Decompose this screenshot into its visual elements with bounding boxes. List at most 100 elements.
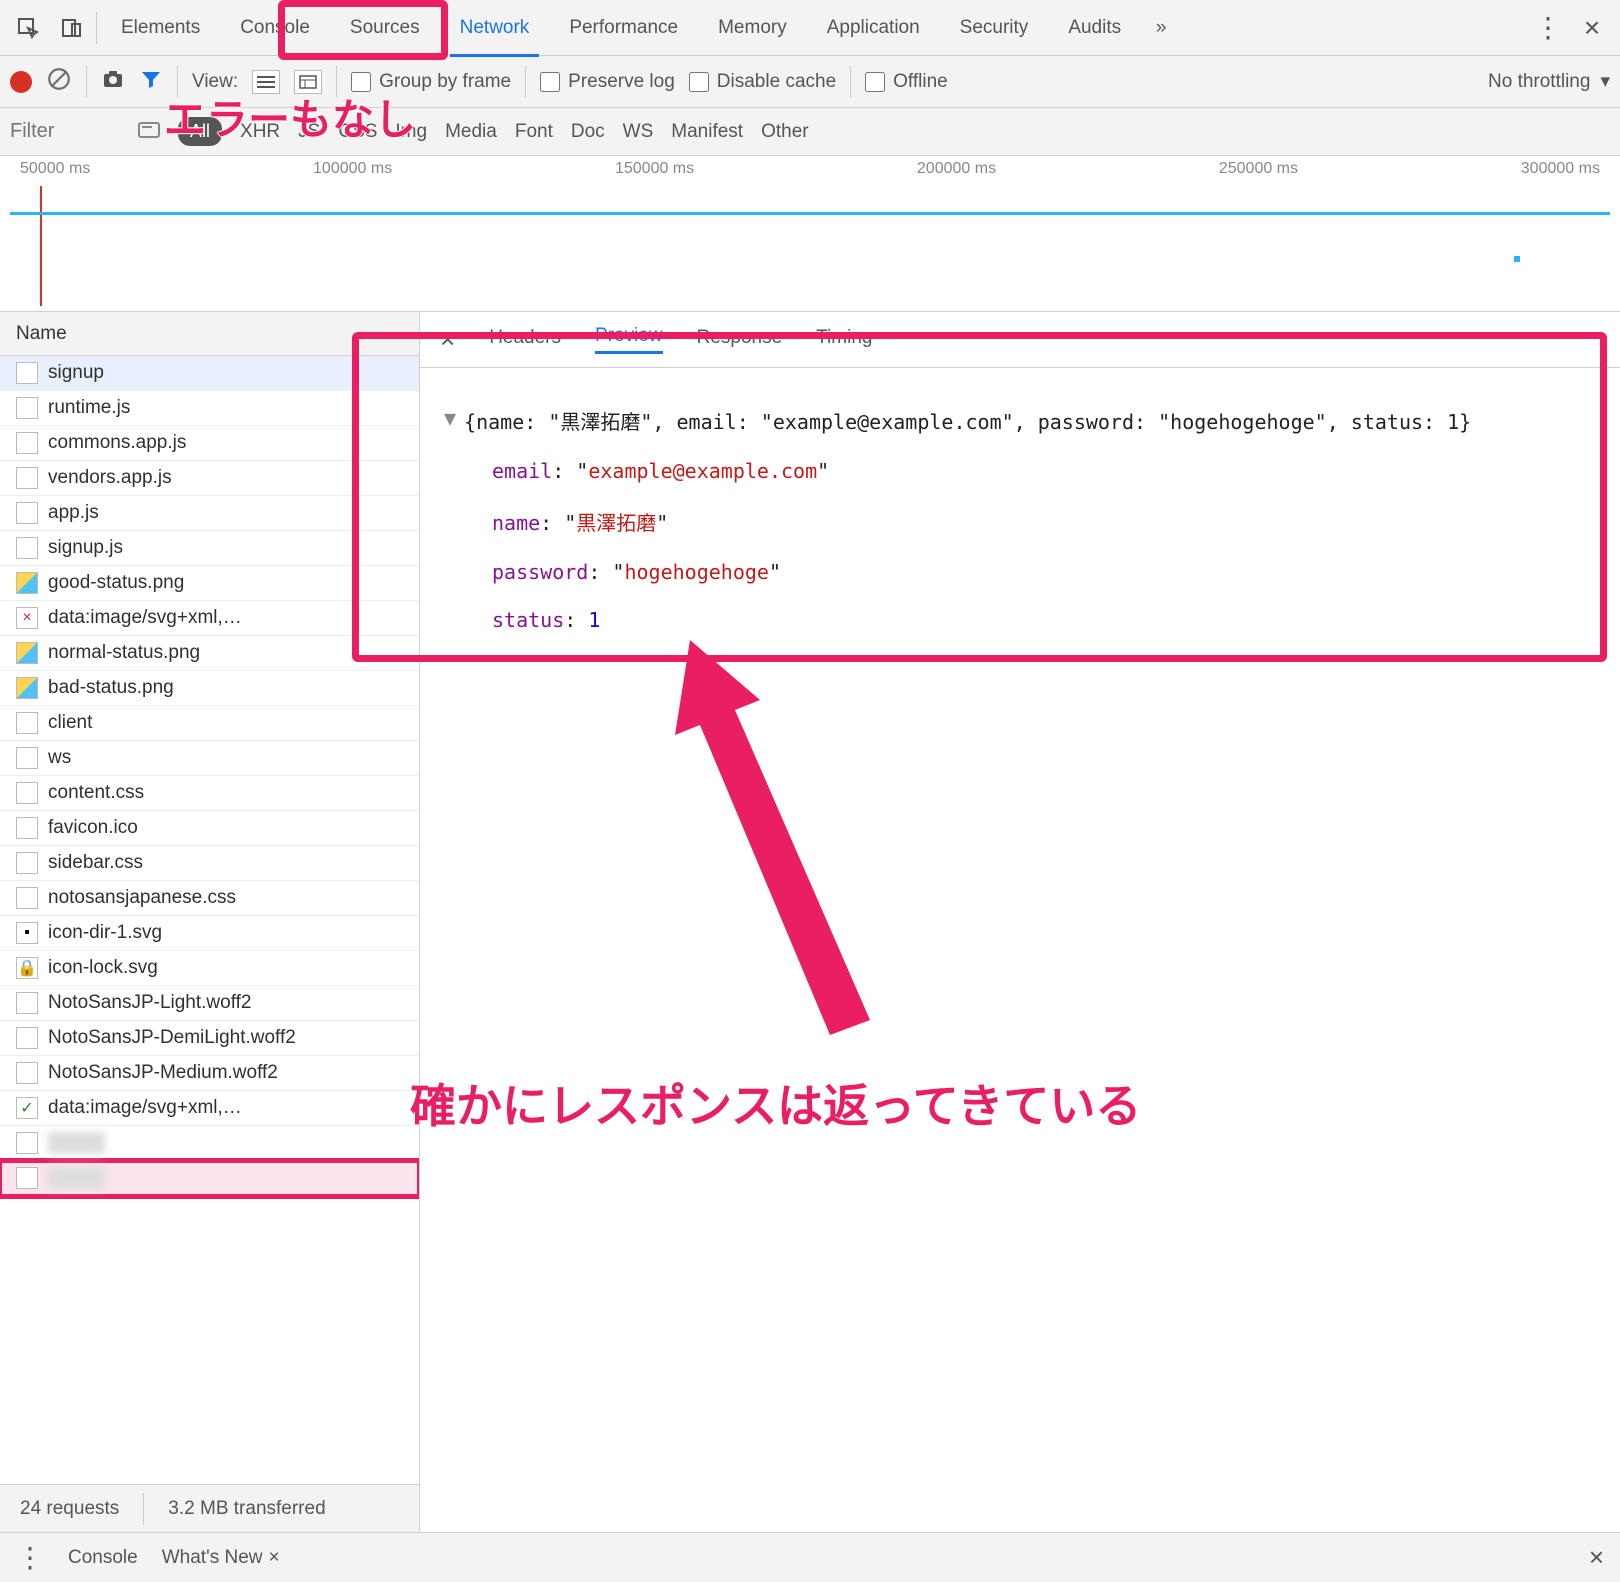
- tab-preview[interactable]: Preview: [595, 325, 663, 354]
- kebab-menu-icon[interactable]: ⋮: [1528, 8, 1568, 48]
- request-row[interactable]: ▪icon-dir-1.svg: [0, 916, 419, 951]
- filter-toggle-icon[interactable]: [139, 67, 163, 97]
- inspect-icon[interactable]: [8, 8, 48, 48]
- tab-application[interactable]: Application: [807, 0, 940, 56]
- filter-manifest[interactable]: Manifest: [671, 121, 743, 143]
- filter-css[interactable]: CSS: [338, 121, 377, 143]
- img-file-icon: [16, 642, 38, 664]
- request-row[interactable]: signup: [0, 356, 419, 391]
- detail-panel: × Headers Preview Response Timing ▼{name…: [420, 312, 1620, 1532]
- close-detail-icon[interactable]: ×: [440, 324, 455, 355]
- tab-sources[interactable]: Sources: [330, 0, 440, 56]
- request-row[interactable]: 🔒 icon-lock.svg: [0, 951, 419, 986]
- lock-file-icon: 🔒: [16, 957, 38, 979]
- filter-js[interactable]: JS: [298, 121, 320, 143]
- doc-file-icon: [16, 397, 38, 419]
- request-row[interactable]: good-status.png: [0, 566, 419, 601]
- preserve-log-checkbox[interactable]: Preserve log: [540, 71, 675, 93]
- view-frames-icon[interactable]: [294, 70, 322, 94]
- response-preview[interactable]: ▼{name: "黒澤拓磨", email: "example@example.…: [420, 368, 1620, 1532]
- request-row[interactable]: ×data:image/svg+xml,…: [0, 601, 419, 636]
- x-file-icon: ×: [16, 607, 38, 629]
- filter-doc[interactable]: Doc: [571, 121, 605, 143]
- tab-timing[interactable]: Timing: [816, 327, 872, 353]
- tabs-overflow-icon[interactable]: »: [1141, 8, 1181, 48]
- timeline-overview[interactable]: 50000 ms 100000 ms 150000 ms 200000 ms 2…: [0, 156, 1620, 312]
- request-row[interactable]: normal-status.png: [0, 636, 419, 671]
- drawer-menu-icon[interactable]: ⋮: [16, 1544, 44, 1572]
- request-row[interactable]: NotoSansJP-Light.woff2: [0, 986, 419, 1021]
- request-name: content.css: [48, 782, 144, 804]
- tab-elements[interactable]: Elements: [101, 0, 220, 56]
- request-row[interactable]: signup.js: [0, 531, 419, 566]
- request-row[interactable]: hidden: [0, 1126, 419, 1161]
- request-row[interactable]: NotoSansJP-Medium.woff2: [0, 1056, 419, 1091]
- request-name: app.js: [48, 502, 99, 524]
- record-button[interactable]: [10, 71, 32, 93]
- img-file-icon: [16, 572, 38, 594]
- timeline-tick: 50000 ms: [20, 160, 90, 178]
- request-row[interactable]: sidebar.css: [0, 846, 419, 881]
- request-row[interactable]: content.css: [0, 776, 419, 811]
- tab-audits[interactable]: Audits: [1048, 0, 1141, 56]
- separator: [850, 66, 851, 98]
- request-name: NotoSansJP-Light.woff2: [48, 992, 252, 1014]
- filter-input[interactable]: [10, 115, 120, 149]
- request-row[interactable]: bad-status.png: [0, 671, 419, 706]
- request-row[interactable]: vendors.app.js: [0, 461, 419, 496]
- tab-performance[interactable]: Performance: [549, 0, 698, 56]
- tab-network[interactable]: Network: [440, 0, 550, 56]
- close-tab-icon[interactable]: ×: [268, 1547, 279, 1569]
- view-list-icon[interactable]: [252, 70, 280, 94]
- tab-memory[interactable]: Memory: [698, 0, 807, 56]
- request-name: data:image/svg+xml,…: [48, 1097, 242, 1119]
- offline-checkbox[interactable]: Offline: [865, 71, 948, 93]
- doc-file-icon: [16, 782, 38, 804]
- request-row[interactable]: notosansjapanese.css: [0, 881, 419, 916]
- drawer-tab-console[interactable]: Console: [68, 1547, 138, 1569]
- filter-img[interactable]: Img: [395, 121, 427, 143]
- doc-file-icon: [16, 887, 38, 909]
- tab-response[interactable]: Response: [697, 327, 783, 353]
- request-row[interactable]: NotoSansJP-DemiLight.woff2: [0, 1021, 419, 1056]
- request-row[interactable]: hidden: [0, 1161, 419, 1196]
- filter-bar: All XHR JS CSS Img Media Font Doc WS Man…: [0, 108, 1620, 156]
- filter-other[interactable]: Other: [761, 121, 809, 143]
- drawer-tab-whats-new[interactable]: What's New ×: [162, 1547, 280, 1569]
- filter-ws[interactable]: WS: [623, 121, 654, 143]
- group-by-frame-checkbox[interactable]: Group by frame: [351, 71, 511, 93]
- clear-icon[interactable]: [46, 66, 72, 98]
- tab-console[interactable]: Console: [220, 0, 330, 56]
- devtools-tabs: Elements Console Sources Network Perform…: [0, 0, 1620, 56]
- timeline-tick: 250000 ms: [1219, 160, 1298, 178]
- request-name: NotoSansJP-DemiLight.woff2: [48, 1027, 296, 1049]
- requests-panel: Name signupruntime.jscommons.app.js vendo…: [0, 312, 420, 1532]
- request-name: icon-lock.svg: [48, 957, 158, 979]
- hide-data-urls-checkbox[interactable]: [138, 118, 160, 146]
- request-row[interactable]: runtime.js: [0, 391, 419, 426]
- request-name: vendors.app.js: [48, 467, 172, 489]
- filter-xhr[interactable]: XHR: [240, 121, 280, 143]
- request-row[interactable]: ws: [0, 741, 419, 776]
- request-row[interactable]: commons.app.js: [0, 426, 419, 461]
- filter-font[interactable]: Font: [515, 121, 553, 143]
- name-column-header[interactable]: Name: [0, 312, 419, 356]
- close-drawer-icon[interactable]: ×: [1589, 1542, 1604, 1573]
- request-row[interactable]: client: [0, 706, 419, 741]
- close-devtools-icon[interactable]: ×: [1572, 8, 1612, 48]
- request-row[interactable]: ✓data:image/svg+xml,…: [0, 1091, 419, 1126]
- tab-security[interactable]: Security: [940, 0, 1049, 56]
- dropdown-icon: ▾: [1600, 70, 1610, 93]
- screenshot-icon[interactable]: [101, 67, 125, 97]
- device-toggle-icon[interactable]: [52, 8, 92, 48]
- expand-icon[interactable]: ▼: [444, 406, 456, 430]
- request-name: normal-status.png: [48, 642, 200, 664]
- throttling-select[interactable]: No throttling ▾: [1488, 70, 1610, 93]
- request-name: bad-status.png: [48, 677, 174, 699]
- request-row[interactable]: favicon.ico: [0, 811, 419, 846]
- filter-all[interactable]: All: [178, 117, 222, 146]
- filter-media[interactable]: Media: [445, 121, 497, 143]
- disable-cache-checkbox[interactable]: Disable cache: [689, 71, 836, 93]
- request-row[interactable]: app.js: [0, 496, 419, 531]
- tab-headers[interactable]: Headers: [489, 327, 561, 353]
